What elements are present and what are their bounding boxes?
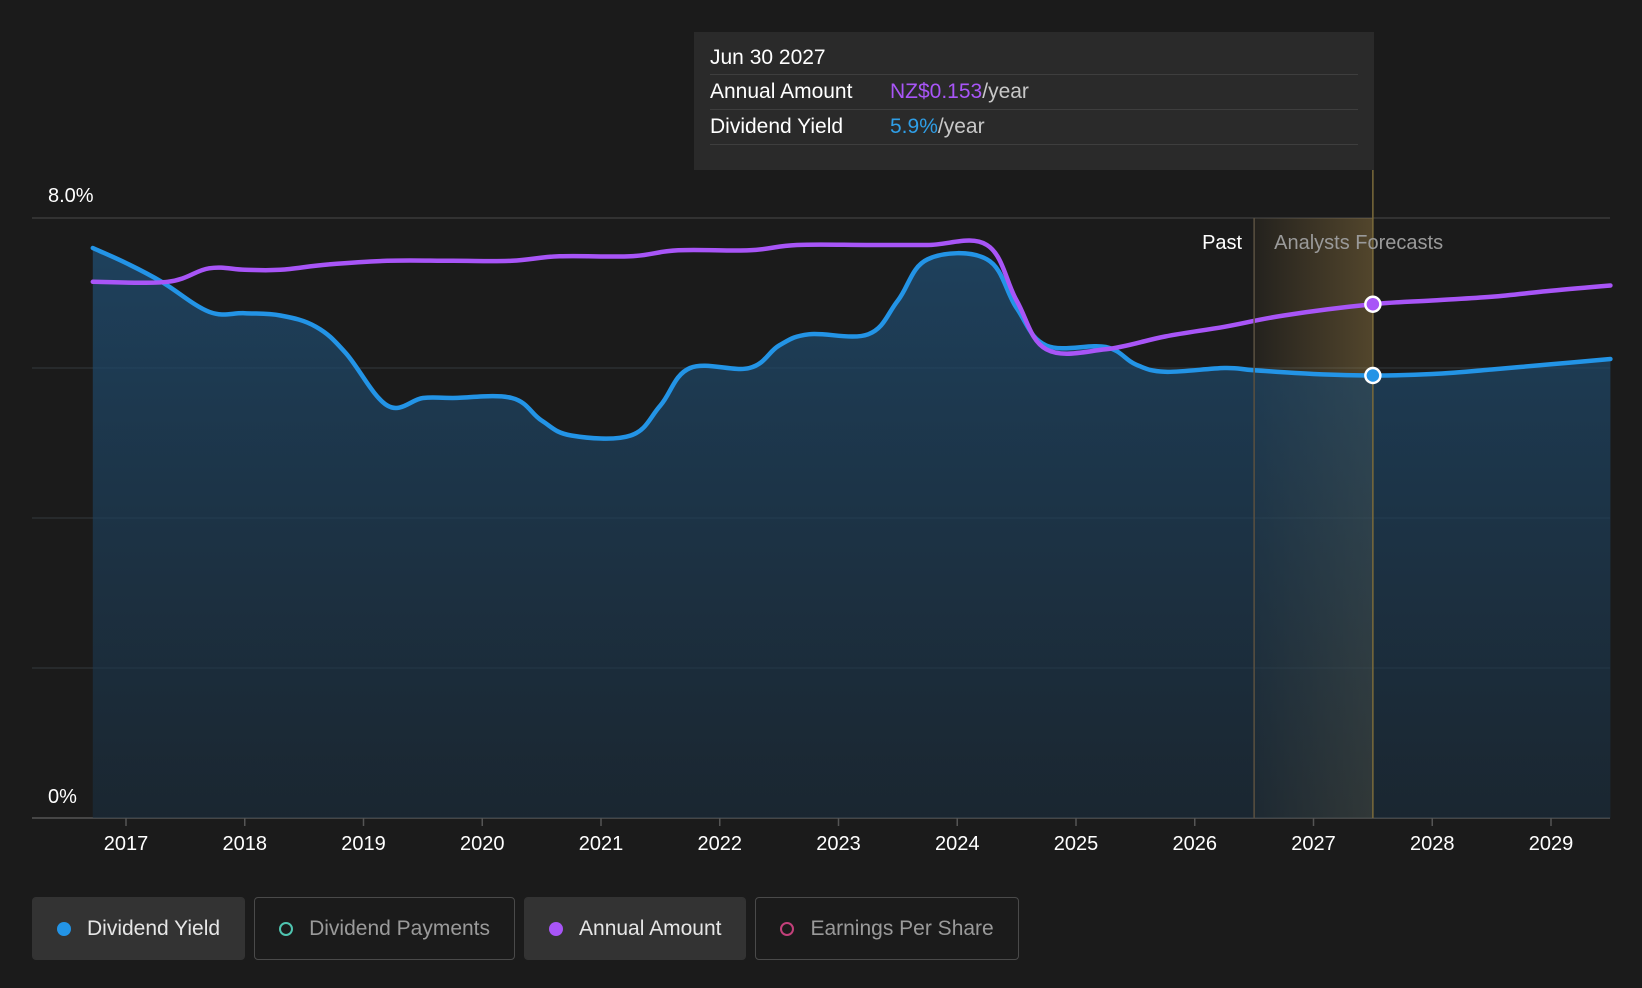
dividend-yield-hover-point (1364, 366, 1382, 385)
legend-dividend-payments-button[interactable]: Dividend Payments (254, 897, 516, 960)
x-tick-label: 2027 (1291, 833, 1336, 855)
tooltip-label: Dividend Yield (710, 115, 844, 138)
y-tick-label: 0% (48, 786, 77, 808)
filled-circle-icon (57, 921, 71, 936)
x-tick-label: 2029 (1529, 833, 1574, 855)
tooltip-row-dividend-yield: Dividend Yield 5.9% /year (710, 110, 1358, 145)
x-tick-label: 2017 (104, 833, 149, 855)
x-tick-label: 2022 (698, 833, 743, 855)
tooltip-unit: /year (982, 80, 1029, 103)
x-tick-label: 2019 (341, 833, 386, 855)
legend-label: Dividend Payments (309, 916, 491, 940)
tooltip-value: 5.9% (890, 115, 938, 138)
x-tick-label: 2023 (816, 833, 861, 855)
x-tick-label: 2021 (579, 833, 624, 855)
x-tick-label: 2025 (1054, 833, 1099, 855)
tooltip: Jun 30 2027 Annual Amount NZ$0.153 /year… (694, 32, 1374, 170)
tooltip-row-annual-amount: Annual Amount NZ$0.153 /year (710, 75, 1358, 110)
x-tick-label: 2028 (1410, 833, 1455, 855)
tooltip-label: Annual Amount (710, 80, 853, 103)
legend-label: Dividend Yield (87, 916, 221, 940)
x-tick-label: 2018 (223, 833, 268, 855)
hollow-circle-icon (279, 921, 294, 936)
legend-annual-amount-button[interactable]: Annual Amount (524, 897, 747, 960)
forecast-label: Analysts Forecasts (1274, 232, 1443, 254)
tooltip-value: NZ$0.153 (890, 80, 983, 103)
filled-circle-icon (549, 921, 564, 936)
tooltip-date: Jun 30 2027 (710, 42, 1358, 75)
hollow-circle-icon (780, 921, 795, 936)
legend: Dividend Yield Dividend Payments Annual … (32, 897, 1019, 960)
annual-amount-hover-point (1364, 295, 1382, 313)
legend-label: Annual Amount (579, 916, 722, 940)
x-tick-label: 2020 (460, 833, 505, 855)
y-tick-label: 8.0% (48, 185, 94, 207)
x-tick-label: 2026 (1173, 833, 1218, 855)
legend-dividend-yield-button[interactable]: Dividend Yield (32, 897, 246, 960)
tooltip-unit: /year (937, 115, 985, 138)
dividend-yield-area (92, 248, 1611, 818)
legend-label: Earnings Per Share (810, 916, 994, 940)
past-label: Past (1202, 232, 1242, 254)
legend-earnings-per-share-button[interactable]: Earnings Per Share (755, 897, 1019, 960)
x-tick-label: 2024 (935, 833, 980, 855)
